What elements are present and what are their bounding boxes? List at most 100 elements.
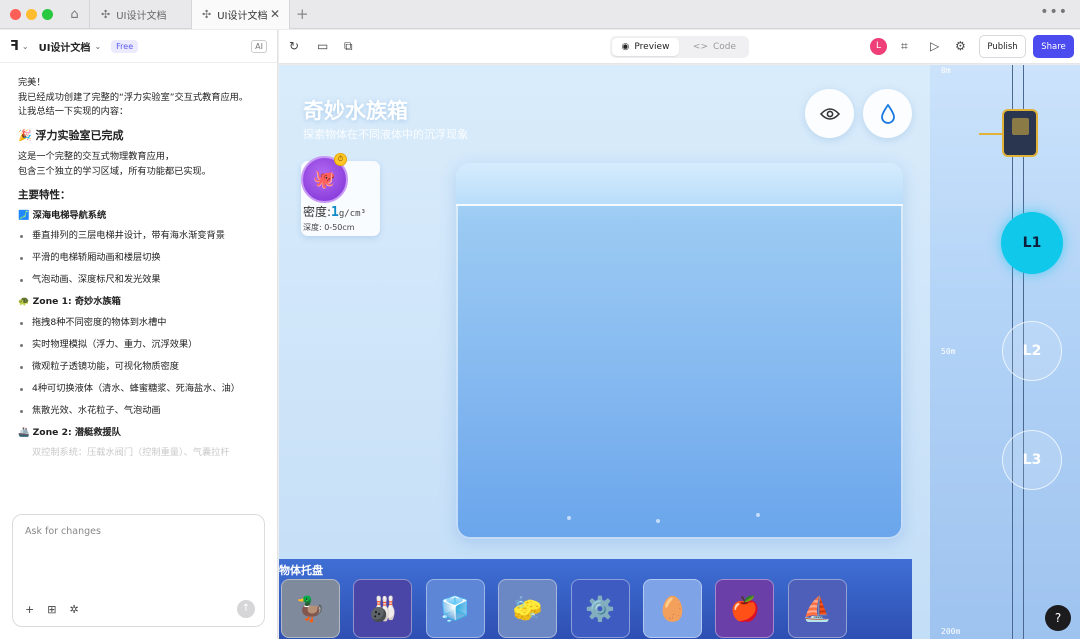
depth-mark: 0m <box>941 66 951 75</box>
list-item: 微观粒子透镜功能，可视化物质密度 <box>18 360 268 375</box>
scan-icon[interactable]: ⌗ <box>901 39 908 54</box>
maximize-window-button[interactable] <box>42 9 53 20</box>
window-titlebar: ⌂ ✣ UI设计文档 ✣ UI设计文档 ✕ + ••• <box>0 0 1080 29</box>
help-button[interactable]: ? <box>1045 605 1071 631</box>
duck-icon[interactable]: 🦆 <box>281 579 340 638</box>
cab-window <box>1012 118 1029 135</box>
sponge-icon[interactable]: 🧽 <box>498 579 558 638</box>
devices-icon[interactable]: ⧉ <box>344 39 353 54</box>
chat-text-faded: 双控制系统：压载水阀门（控制重量）、气囊拉杆 <box>32 447 230 458</box>
more-icon[interactable]: ••• <box>1040 4 1068 20</box>
layout-icon[interactable]: ▭ <box>317 39 328 53</box>
play-icon[interactable]: ▷ <box>930 39 939 53</box>
eye-icon: ◉ <box>621 42 630 52</box>
chat-text: 包含三个独立的学习区域，所有功能都已实现。 <box>18 165 211 177</box>
lens-toggle-button[interactable] <box>805 89 854 138</box>
list-item: 垂直排列的三层电梯井设计，带有海水渐变背景 <box>18 229 268 244</box>
ask-input[interactable]: Ask for changes <box>25 526 101 537</box>
chat-text: 完美！ <box>18 77 46 88</box>
chevron-down-icon[interactable]: ⌄ <box>94 42 101 51</box>
minimize-window-button[interactable] <box>26 9 37 20</box>
apple-icon[interactable]: 🍎 <box>715 579 775 638</box>
density-label: 密度: <box>303 205 332 219</box>
plan-badge: Free <box>111 39 139 53</box>
page-subtitle: 探索物体在不同液体中的沉浮现象 <box>303 128 468 141</box>
bubble <box>656 519 660 523</box>
object-tray: 物体托盘 🦆 🎳 🧊 🧽 ⚙️ 🥚 🍎 ⛵ <box>279 559 912 639</box>
tank-air-gap <box>456 163 903 206</box>
composer-actions: + ⊞ ✲ <box>25 603 79 616</box>
bowling-icon[interactable]: 🎳 <box>353 579 413 638</box>
book-icon[interactable]: ⊞ <box>47 603 56 616</box>
ice-cube-icon[interactable]: 🧊 <box>425 579 485 638</box>
egg-icon[interactable]: 🥚 <box>643 579 702 638</box>
chevron-down-icon[interactable]: ⌄ <box>22 42 29 51</box>
home-icon[interactable]: ⌂ <box>60 0 90 29</box>
tab-ui-doc-2-active[interactable]: ✣ UI设计文档 ✕ <box>192 0 290 29</box>
chat-text: 我已经成功创建了完整的“浮力实验室”交互式教育应用。 <box>18 91 249 103</box>
water-drop-icon <box>880 103 895 124</box>
chat-text: 让我总结一下实现的内容： <box>18 106 129 117</box>
floor-button-l3[interactable]: L3 <box>1002 430 1062 490</box>
component-icon: ✣ <box>202 8 212 21</box>
list-item: 焦散光效、水花粒子、气泡动画 <box>18 404 268 419</box>
chat-subheading: 🐢 Zone 1: 奇妙水族箱 <box>18 296 121 307</box>
avatar[interactable]: L <box>870 38 887 55</box>
app-logo-icon[interactable]: ꟻ <box>10 39 19 54</box>
close-tab-icon[interactable]: ✕ <box>270 7 280 21</box>
chat-heading: 🎉 浮力实验室已完成 <box>18 128 124 142</box>
tab-label: UI设计文档 <box>217 11 268 22</box>
list-item: 平滑的电梯轿厢动画和楼层切换 <box>18 251 268 266</box>
chat-panel: ꟻ ⌄ UI设计文档 ⌄ Free AI 完美！ 我已经成功创建了完整的“浮力实… <box>0 30 278 639</box>
app-preview: 奇妙水族箱 探索物体在不同液体中的沉浮现象 🐙 ⏱ 密度:1g/cm³ 深度: … <box>279 65 1080 639</box>
floor-button-l2[interactable]: L2 <box>1002 321 1062 381</box>
density-unit: g/cm³ <box>338 209 366 219</box>
depth-mark: 200m <box>941 627 961 636</box>
composer[interactable]: Ask for changes + ⊞ ✲ ↑ <box>12 514 265 627</box>
view-switcher: ◉ Preview <> Code <box>610 36 749 58</box>
send-button[interactable]: ↑ <box>237 600 255 618</box>
preview-label: Preview <box>634 42 670 52</box>
ai-icon[interactable]: AI <box>251 39 267 53</box>
gear-icon[interactable]: ⚙️ <box>570 579 630 638</box>
component-icon: ✣ <box>101 8 111 21</box>
code-icon: <> <box>692 42 709 52</box>
chat-message: 完美！ 我已经成功创建了完整的“浮力实验室”交互式教育应用。 让我总结一下实现的… <box>18 76 268 461</box>
chat-header: ꟻ ⌄ UI设计文档 ⌄ Free AI <box>0 30 277 63</box>
doc-title[interactable]: UI设计文档 <box>39 39 91 54</box>
preview-toolbar: ↻ ▭ ⧉ ◉ Preview <> Code L ⌗ ▷ ⚙ Publish … <box>279 30 1080 64</box>
boat-icon[interactable]: ⛵ <box>787 579 847 638</box>
bubble <box>567 516 571 520</box>
publish-button[interactable]: Publish <box>979 35 1026 58</box>
new-tab-icon[interactable]: + <box>296 5 309 23</box>
density-value: 1 <box>331 205 339 220</box>
eye-icon <box>819 107 840 120</box>
chat-heading: 主要特性： <box>18 189 71 201</box>
tray-label: 物体托盘 <box>279 564 323 577</box>
liquid-switch-button[interactable] <box>863 89 912 138</box>
refresh-icon[interactable]: ↻ <box>289 39 299 53</box>
list-item: 气泡动画、深度标尺和发光效果 <box>18 273 268 288</box>
floor-button-l1[interactable]: L1 <box>1001 212 1063 274</box>
settings-gear-icon[interactable]: ⚙ <box>955 39 966 53</box>
bubble <box>756 513 760 517</box>
chat-subheading: 🚢 Zone 2: 潜艇救援队 <box>18 426 121 438</box>
depth-mark: 50m <box>941 347 956 356</box>
tab-label: UI设计文档 <box>116 11 167 22</box>
tab-ui-doc-1[interactable]: ✣ UI设计文档 <box>90 0 192 29</box>
water-tank[interactable] <box>456 163 903 539</box>
elevator-cab <box>1002 109 1038 157</box>
plus-icon[interactable]: + <box>25 603 34 616</box>
close-window-button[interactable] <box>10 9 21 20</box>
feature-list: 垂直排列的三层电梯井设计，带有海水渐变背景 平滑的电梯轿厢动画和楼层切换 气泡动… <box>18 229 268 288</box>
list-item: 拖拽8种不同密度的物体到水槽中 <box>18 316 268 331</box>
density-readout: 密度:1g/cm³ <box>303 203 366 220</box>
list-item: 4种可切换液体（清水、蜂蜜糖浆、死海盐水、油） <box>18 382 268 397</box>
share-button[interactable]: Share <box>1033 35 1074 58</box>
sparkle-icon[interactable]: ✲ <box>69 603 78 616</box>
water-surface <box>456 204 903 206</box>
preview-tab[interactable]: ◉ Preview <box>612 38 679 56</box>
code-label: Code <box>713 42 737 52</box>
object-info-card: 🐙 ⏱ 密度:1g/cm³ 深度: 0-50cm <box>301 153 380 236</box>
code-tab[interactable]: <> Code <box>682 38 747 56</box>
